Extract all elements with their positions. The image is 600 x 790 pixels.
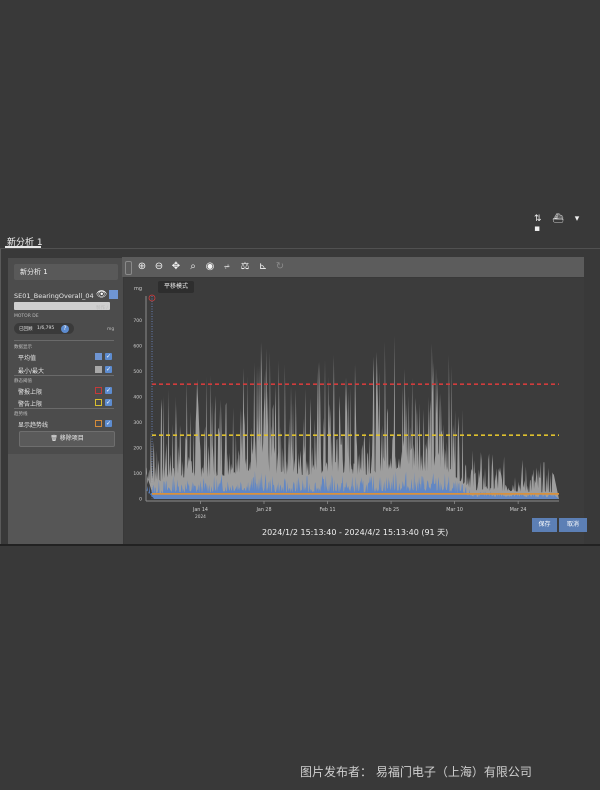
publisher-watermark: 图片发布者： 易福门电子（上海）有限公司	[300, 765, 532, 779]
x-tick-label: Feb 11	[319, 507, 335, 513]
minmax-checkbox[interactable]: ✓	[105, 366, 112, 373]
help-icon[interactable]: ?	[61, 325, 69, 333]
warning-swatch[interactable]	[95, 399, 102, 406]
trend-swatch[interactable]	[95, 420, 102, 427]
alarm-checkbox[interactable]: ✓	[105, 387, 112, 394]
y-tick-label: 0	[139, 497, 142, 503]
trend-checkbox[interactable]: ✓	[105, 420, 112, 427]
x-tick-sublabel: 2024	[195, 514, 206, 520]
remove-item-button[interactable]: 🗑 移除项目	[19, 431, 115, 447]
x-tick-label: Jan 14	[192, 507, 208, 513]
series-panel-footer	[8, 454, 123, 544]
average-swatch[interactable]	[95, 353, 102, 360]
trash-icon: 🗑	[50, 435, 60, 442]
zoom-out-icon[interactable]: ⊖	[152, 260, 166, 274]
chart-area[interactable]: mg 0 100 200 300 400 500 600 700 Jan 14 2024 Jan 28…	[124, 278, 584, 544]
y-tick-label: 500	[133, 369, 142, 375]
section-trend-label: 趋势线	[14, 412, 28, 417]
y-tick-label: 400	[133, 394, 142, 400]
trend-chart[interactable]: mg 0 100 200 300 400 500 600 700 Jan 142024 Jan 28…	[124, 278, 584, 544]
legend-average-label: 平均值	[18, 355, 37, 362]
average-checkbox[interactable]: ✓	[105, 353, 112, 360]
remove-item-label: 移除项目	[59, 435, 84, 442]
series-suffix: 製作 /	[96, 306, 108, 311]
divider	[14, 375, 114, 376]
analysis-name-input[interactable]: 新分析 1	[14, 264, 118, 280]
pan-icon[interactable]: ✥	[169, 260, 183, 274]
pan-mode-tooltip: 平移模式	[158, 281, 194, 293]
y-tick-label: 300	[133, 420, 142, 426]
section-data-label: 数据显示	[14, 345, 32, 350]
warning-upper-label: 警告上限	[18, 401, 43, 408]
divider	[14, 340, 114, 341]
x-tick-label: Mar 10	[446, 507, 463, 513]
x-tick-label: Mar 24	[510, 507, 527, 513]
cursor-marker	[148, 294, 156, 302]
series-subtitle: MOTOR DE	[14, 314, 39, 319]
search-icon[interactable]: ⌕	[186, 260, 200, 274]
eye-icon[interactable]: ◉	[203, 260, 217, 274]
trendline-label: 显示趋势线	[18, 422, 49, 429]
cancel-button[interactable]: 取消	[559, 518, 587, 532]
x-tick-label: Jan 28	[255, 507, 271, 513]
y-tick-label: 600	[133, 343, 142, 349]
save-button[interactable]: 保存	[532, 518, 557, 532]
y-axis-title: mg	[134, 286, 142, 292]
minmax-swatch[interactable]	[95, 366, 102, 373]
series-color-swatch[interactable]	[109, 290, 118, 299]
unit-label: mg	[107, 327, 115, 332]
tabs-divider	[0, 248, 600, 249]
alarm-upper-label: 警报上限	[18, 389, 43, 396]
review-label: 已回顾	[19, 327, 33, 332]
visibility-eye-icon[interactable]: 👁	[96, 290, 107, 300]
y-tick-label: 200	[133, 445, 142, 451]
frame-bottom-edge	[0, 544, 600, 546]
divider	[14, 408, 114, 409]
zoom-in-icon[interactable]: ⊕	[135, 260, 149, 274]
toolbar-handle[interactable]	[125, 261, 132, 275]
scale-icon[interactable]: ⚖	[238, 260, 252, 274]
review-value: 1/6,795	[37, 326, 55, 331]
header-icons[interactable]: ⇅ ⛴ ▾ ▪	[534, 214, 600, 234]
axis-icon[interactable]: ⊾	[256, 260, 270, 274]
y-tick-label: 100	[133, 471, 142, 477]
refresh-icon[interactable]: ↻	[273, 260, 287, 274]
section-threshold-label: 静态阈值	[14, 379, 32, 384]
legend-minmax-label: 最小/最大	[18, 368, 45, 375]
frame-left-edge	[0, 249, 1, 546]
series-name: SE01_BearingOverall_04	[14, 292, 94, 300]
compare-icon[interactable]: ⩫	[220, 260, 234, 274]
y-tick-label: 700	[133, 318, 142, 324]
minmax-area	[146, 334, 559, 499]
warning-checkbox[interactable]: ✓	[105, 399, 112, 406]
time-range-label: 2024/1/2 15:13:40 - 2024/4/2 15:13:40 (9…	[262, 528, 449, 537]
x-tick-label: Feb 25	[383, 507, 399, 513]
alarm-swatch[interactable]	[95, 387, 102, 394]
